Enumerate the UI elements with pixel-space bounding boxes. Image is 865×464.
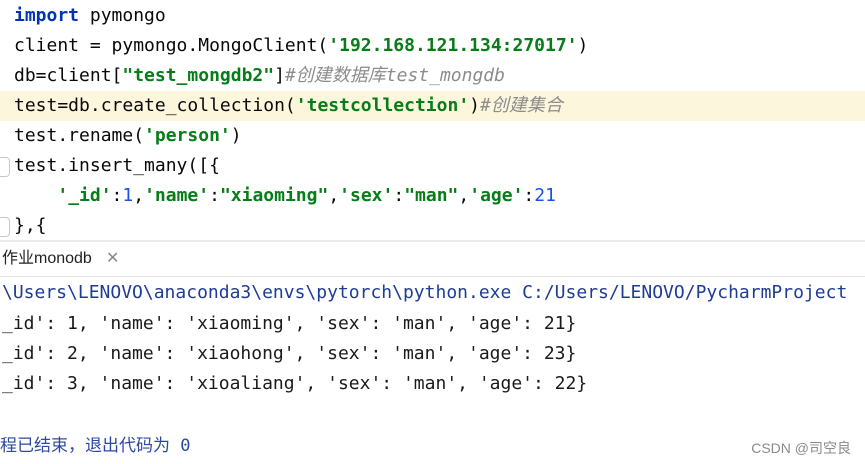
code-keyword: import <box>14 5 80 26</box>
code-text: , <box>328 185 340 206</box>
code-line-current[interactable]: test=db.create_collection('testcollectio… <box>0 91 865 121</box>
code-text: db=client[ <box>14 65 123 86</box>
tab-run-config[interactable]: 作业monodb <box>0 242 92 276</box>
code-line[interactable]: '_id':1,'name':"xiaoming",'sex':"man",'a… <box>0 181 865 211</box>
code-string: 'age' <box>469 185 524 206</box>
code-text: : <box>209 185 220 206</box>
code-text: test.rename( <box>14 125 145 146</box>
code-string: 'person' <box>144 125 231 146</box>
code-string: "test_mongdb2" <box>122 65 275 86</box>
code-text: ] <box>274 65 285 86</box>
code-string: '_id' <box>57 185 112 206</box>
fold-marker-icon[interactable] <box>0 217 10 237</box>
code-line[interactable]: db=client["test_mongdb2"]#创建数据库test_mong… <box>0 61 865 91</box>
code-string: 'testcollection' <box>295 95 470 116</box>
code-string: 'name' <box>144 185 210 206</box>
console-output-line: _id': 1, 'name': 'xiaoming', 'sex': 'man… <box>2 313 577 334</box>
fold-marker-icon[interactable] <box>0 157 10 177</box>
code-line[interactable]: test.insert_many([{ <box>0 151 865 181</box>
code-text: client = pymongo.MongoClient( <box>14 35 329 56</box>
code-number: 1 <box>122 185 134 206</box>
console-command-line: \Users\LENOVO\anaconda3\envs\pytorch\pyt… <box>2 282 848 303</box>
console-output-line: _id': 3, 'name': 'xioaliang', 'sex': 'ma… <box>2 373 588 394</box>
code-text: ) <box>230 125 242 146</box>
code-string: "man" <box>404 185 459 206</box>
code-line[interactable]: client = pymongo.MongoClient('192.168.12… <box>0 31 865 61</box>
code-number: 21 <box>534 185 556 206</box>
code-comment: #创建数据库test_mongdb <box>284 65 505 86</box>
code-string: "xiaoming" <box>219 185 329 206</box>
code-string: 'sex' <box>339 185 394 206</box>
code-text: ) <box>469 95 480 116</box>
code-text: , <box>133 185 145 206</box>
code-text: : <box>111 185 123 206</box>
code-line[interactable]: },{ <box>0 211 865 240</box>
code-line[interactable]: test.rename('person') <box>0 121 865 151</box>
code-comment: #创建集合 <box>480 95 563 116</box>
code-text: },{ <box>14 215 47 236</box>
run-console[interactable]: \Users\LENOVO\anaconda3\envs\pytorch\pyt… <box>0 277 865 464</box>
console-exit-message: 程已结束，退出代码为 0 <box>0 436 191 456</box>
code-text: test.insert_many([{ <box>14 155 220 176</box>
code-text: : <box>393 185 405 206</box>
console-output-line: _id': 2, 'name': 'xiaohong', 'sex': 'man… <box>2 343 577 364</box>
watermark: CSDN @司空良 <box>751 440 851 456</box>
code-text: ) <box>577 35 589 56</box>
code-text: pymongo <box>79 5 166 26</box>
code-text: : <box>523 185 535 206</box>
code-string: '192.168.121.134:27017' <box>328 35 578 56</box>
code-line[interactable]: import pymongo <box>0 1 865 31</box>
code-text: test=db.create_collection( <box>14 95 296 116</box>
close-icon[interactable]: ✕ <box>106 242 119 276</box>
code-text: , <box>458 185 470 206</box>
code-editor[interactable]: import pymongo client = pymongo.MongoCli… <box>0 0 865 240</box>
run-tool-header: 作业monodb ✕ <box>0 242 865 277</box>
